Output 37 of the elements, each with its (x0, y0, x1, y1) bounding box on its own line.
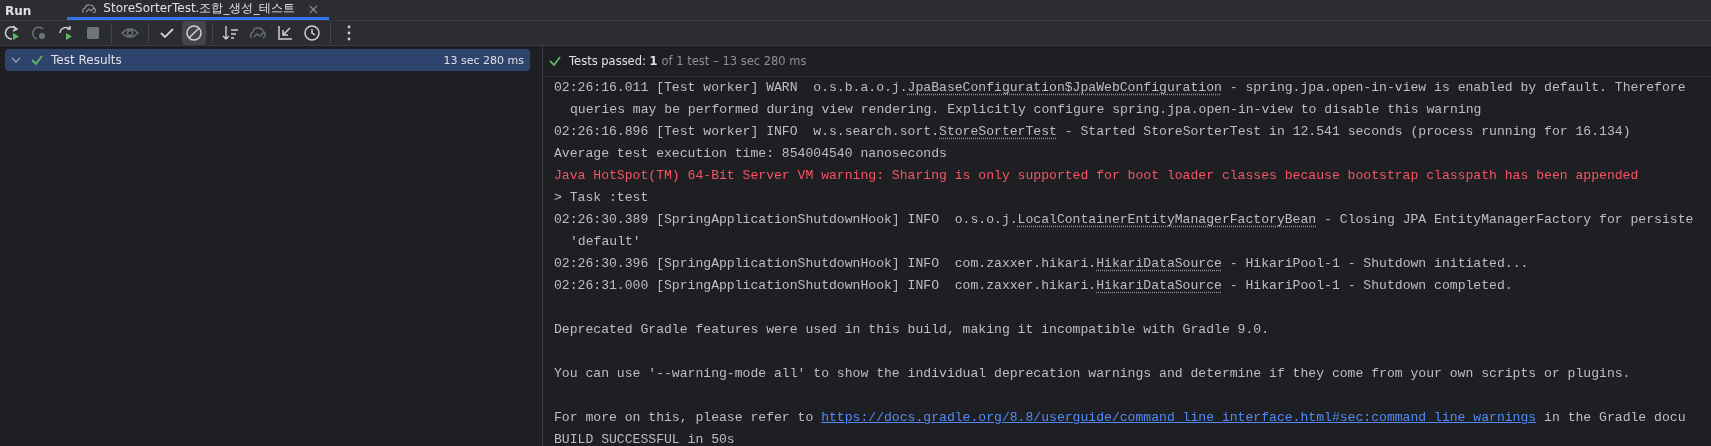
duration-label: 13 sec 280 ms (443, 53, 524, 67)
close-button[interactable]: × (307, 0, 320, 17)
log-line: BUILD SUCCESSFUL in 50s (554, 431, 736, 446)
clock-icon (303, 24, 321, 42)
panel-title: Run (4, 3, 33, 20)
rerun-dot-icon (30, 24, 48, 42)
log-line: For more on this, please refer to https://docs.gradle.org/8.8/userguide/command_line_interface.html#sec:command_line_warnings in the Gradle docu (554, 409, 1687, 427)
error-line: Java HotSpot(TM) 64-Bit Server VM warning: Sharing is only supported for boot loader classes because bootstrap classpath has been appended (554, 167, 1640, 185)
ban-icon (185, 24, 203, 42)
cloud-icon (81, 2, 98, 15)
url-link[interactable]: https://docs.gradle.org/8.8/userguide/command_line_interface.html#sec:command_line_warnings (821, 410, 1537, 425)
class-link[interactable]: LocalContainerEntityManagerFactoryBean (1017, 212, 1317, 227)
log-line: queries may be performed during view rendering. Explicitly configure spring.jpa.open-in-view to disable this warning (569, 101, 1483, 119)
stop-icon (84, 24, 102, 42)
log-line: Deprecated Gradle features were used in this build, making it incompatible with Gradle 9.0. (554, 321, 1271, 339)
tree-item[interactable]: Test Results 13 sec 280 ms (5, 49, 530, 71)
sort-icon (222, 24, 240, 42)
log-line: 02:26:16.896 [Test worker] INFO w.s.search.sort.StoreSorterTest - Started StoreSorterTest in 12.541 seconds (process running for 16.134) (554, 123, 1632, 141)
log-line: 02:26:30.396 [SpringApplicationShutdownHook] INFO com.zaxxer.hikari.HikariDataSource - HikariPool-1 - Shutdown initiated... (554, 255, 1530, 273)
test-status: Tests passed: 1 (569, 54, 658, 68)
class-link[interactable]: JpaBaseConfiguration$JpaWebConfiguration (907, 80, 1222, 95)
log-line: 02:26:16.011 [Test worker] WARN o.s.b.a.o.j.JpaBaseConfiguration$JpaWebConfiguration - spring.jpa.open-in-view is enabled by default. Therefore (554, 79, 1687, 97)
arrow-icon (276, 24, 294, 42)
log-line: You can use '--warning-mode all' to show the individual deprecation warnings and determine if they come from your own scripts or plugins. (554, 365, 1632, 383)
rerun-icon (3, 24, 21, 42)
refresh-play-icon (57, 24, 75, 42)
log-line: 02:26:30.389 [SpringApplicationShutdownHook] INFO o.s.o.j.LocalContainerEntityManagerFactoryBean - Closing JPA EntityManagerFactory for persiste (554, 211, 1695, 229)
log-line: 'default' (569, 233, 642, 251)
log-line: 02:26:31.000 [SpringApplicationShutdownHook] INFO com.zaxxer.hikari.HikariDataSource - HikariPool-1 - Shutdown completed. (554, 277, 1514, 295)
class-link[interactable]: HikariDataSource (1096, 256, 1222, 271)
log-line: Average test execution time: 854004540 nanoseconds (554, 145, 948, 163)
more-icon (347, 25, 351, 41)
class-link[interactable]: HikariDataSource (1096, 278, 1222, 293)
class-link[interactable]: StoreSorterTest (939, 124, 1057, 139)
test-summary: of 1 test – 13 sec 280 ms (661, 54, 807, 68)
log-line: > Task :test (554, 189, 650, 207)
toolbar-button[interactable] (182, 21, 206, 45)
